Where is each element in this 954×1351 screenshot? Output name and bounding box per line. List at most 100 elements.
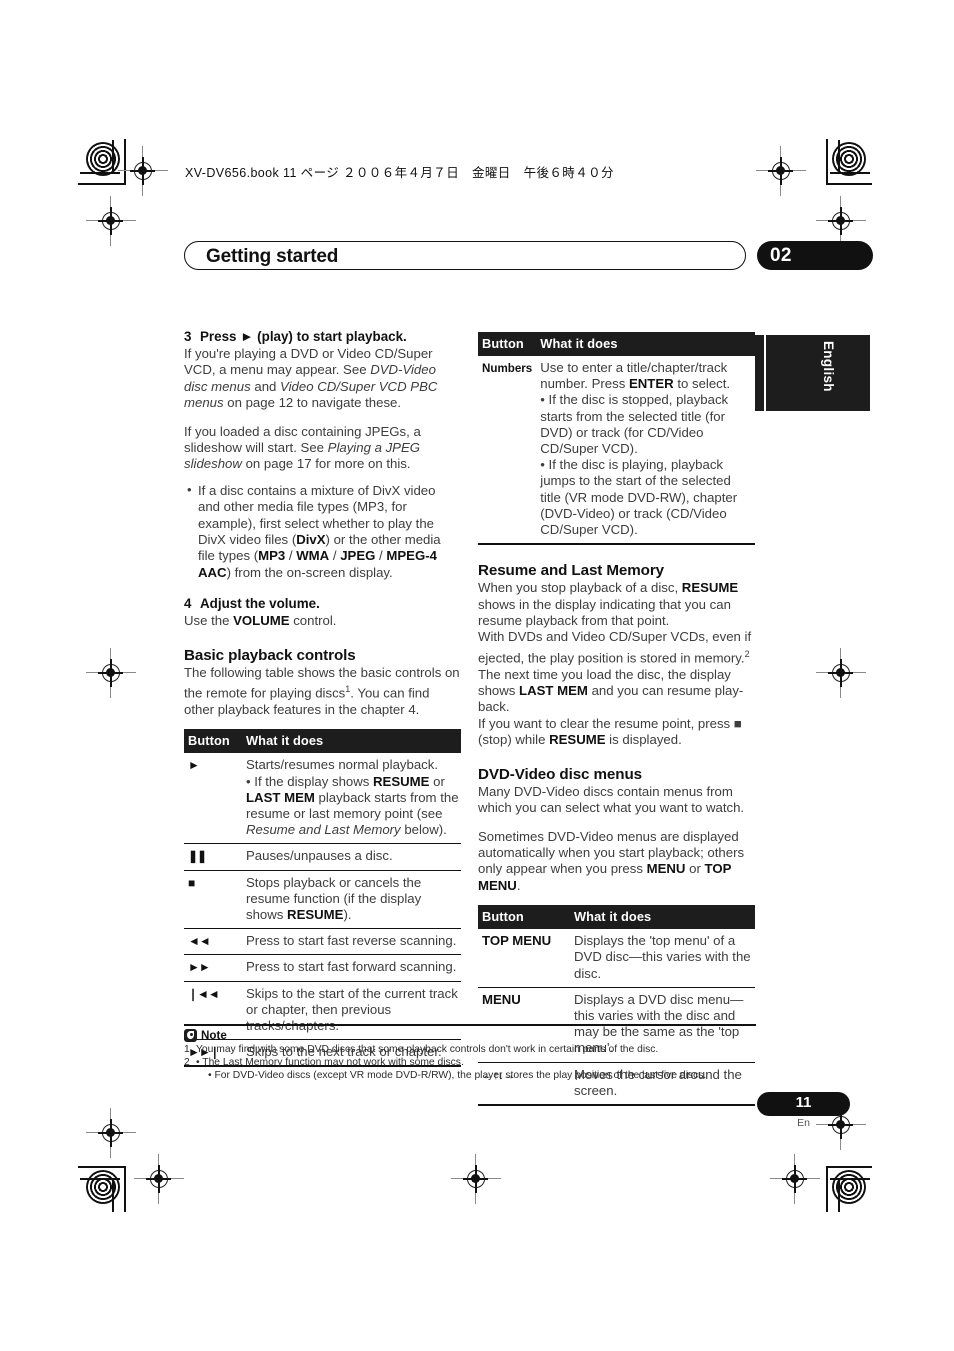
footnote-number: 2: [184, 1057, 190, 1068]
registration-target-left-upper: [86, 196, 136, 246]
top-menu-label-text: TOP MENU: [482, 933, 552, 949]
dvd-menus-paragraph-1: Many DVD-Video discs contain menus from …: [478, 783, 745, 816]
right-column: Button What it does Numbers Use to enter…: [478, 332, 755, 1106]
play-icon: ►: [184, 753, 240, 845]
indicator-last-mem: LAST MEM: [246, 789, 315, 805]
indicator-resume: RESUME: [681, 580, 739, 596]
language-side-tab: English: [766, 335, 870, 411]
table-row: ►► Press to start fast forward scanning.: [184, 954, 461, 982]
footnote-item: 1 You may find with some DVD discs that s…: [184, 1043, 756, 1056]
table-cell-description: Displays the 'top menu' of a DVD disc—th…: [568, 929, 755, 988]
page-number: 11: [795, 1094, 812, 1111]
fast-forward-icon: ►►: [184, 954, 240, 982]
note-icon: [184, 1028, 197, 1042]
registration-target-bottom-right: [770, 1154, 820, 1204]
chapter-number-badge: 02: [757, 241, 873, 270]
step-4-heading: 4 Adjust the volume.: [184, 595, 461, 612]
table-cell-description: Press to start fast forward scanning.: [240, 954, 461, 982]
registration-target-bottom-left: [134, 1154, 184, 1204]
text-run: to select.: [673, 376, 731, 392]
section-heading-dvd-video-disc-menus: DVD-Video disc menus: [478, 765, 642, 783]
table-row: ■ Stops playback or cancels the resume f…: [184, 870, 461, 930]
page-title: Getting started: [206, 246, 339, 267]
text-run: on page 17 for more on this.: [241, 456, 411, 472]
footnote-section: Note 1 You may find with some DVD discs t…: [184, 1024, 756, 1083]
text-run: ) from the on-screen display.: [226, 564, 393, 580]
text-run: and: [250, 378, 281, 394]
dvd-menus-paragraph-2: Sometimes DVD-Video menus are displayed …: [478, 829, 755, 895]
previous-track-icon-glyph: ❘◄◄: [188, 986, 220, 1001]
list-item: If a disc contains a mixture of DivX vid…: [184, 482, 461, 581]
format-wma: WMA: [296, 548, 330, 564]
column-header-button: Button: [478, 332, 535, 356]
stop-icon-glyph: ■: [188, 875, 195, 890]
footnote-text: • The Last Memory function may not work …: [196, 1057, 464, 1068]
control-menu: MENU: [646, 861, 686, 877]
menu-label-text: MENU: [482, 991, 521, 1007]
indicator-resume: RESUME: [373, 773, 430, 789]
note-header: Note: [184, 1028, 756, 1042]
top-menu-button-label: TOP MENU: [478, 929, 568, 988]
column-header-button: Button: [184, 729, 240, 754]
basic-playback-intro: The following table shows the basic cont…: [184, 665, 461, 719]
format-jpeg: JPEG: [340, 548, 376, 564]
print-file-header: XV-DV656.book 11 ページ ２００６年４月７日 金曜日 午後６時４…: [185, 166, 614, 180]
crop-mark-bottom-right-v: [826, 1166, 828, 1212]
crop-mark-top-right-h: [826, 183, 872, 185]
fast-reverse-icon: ◄◄: [184, 928, 240, 956]
registration-target-bottom-center: [451, 1154, 501, 1204]
crop-mark-bottom-left-v: [124, 1166, 126, 1212]
indicator-last-mem: LAST MEM: [519, 683, 588, 699]
crop-mark-bottom-right-h: [826, 1166, 872, 1168]
text-run: Use the: [184, 613, 234, 629]
step-4-number: 4: [184, 596, 192, 612]
table-row: Numbers Use to enter a title/chapter/tra…: [478, 356, 755, 546]
text-run: on page 12 to navigate these.: [223, 395, 402, 411]
step-3-paragraph-1: If you're playing a DVD or Video CD/Supe…: [184, 346, 461, 412]
footnote-list: 1 You may find with some DVD discs that s…: [184, 1043, 756, 1083]
step-3-paragraph-2: If you loaded a disc containing JPEGs, a…: [184, 424, 461, 473]
crop-mark-top-right-v: [826, 139, 828, 185]
format-divx: DivX: [296, 532, 326, 548]
footnote-marker-2: 2: [744, 648, 750, 659]
page-number-badge: 11: [757, 1092, 850, 1116]
step-4-title: Adjust the volume.: [200, 596, 320, 612]
step-3-number: 3: [184, 329, 192, 344]
section-heading-basic-playback: Basic playback controls: [184, 646, 356, 664]
table-row: ► Starts/resumes normal playback. • If t…: [184, 753, 461, 845]
play-icon-glyph: ►: [188, 758, 200, 773]
table-bullet-1: • If the disc is stopped, playback start…: [540, 392, 729, 457]
table-header-row: Button What it does: [478, 905, 755, 930]
indicator-resume: RESUME: [287, 906, 344, 922]
table-row: TOP MENU Displays the 'top menu' of a DV…: [478, 929, 755, 988]
numbers-button-table: Button What it does Numbers Use to enter…: [478, 332, 755, 546]
language-tab-label: English: [821, 341, 836, 392]
text-run: /: [375, 548, 387, 564]
pause-icon-glyph: ❚❚: [188, 849, 207, 864]
text-run: With DVDs and Video CD/Super VCDs, even …: [478, 629, 752, 666]
trim-mark-top-right-v: [838, 140, 840, 174]
resume-paragraph-1: When you stop playback of a disc, RESUME…: [478, 580, 755, 629]
trim-mark-top-left: [80, 172, 120, 174]
step-3-bullet-list: If a disc contains a mixture of DivX vid…: [184, 482, 461, 581]
page-language-code: En: [797, 1117, 810, 1129]
crop-mark-top-left-h: [78, 183, 124, 185]
step-3-title: Press ► (play) to start playback.: [200, 329, 407, 344]
text-run: Starts/resumes normal playback.: [246, 757, 439, 773]
table-row: ◄◄ Press to start fast reverse scanning.: [184, 928, 461, 956]
chapter-number: 02: [770, 245, 792, 266]
crop-mark-bottom-left-h: [78, 1166, 124, 1168]
column-header-what-it-does: What it does: [240, 729, 461, 754]
text-run: below).: [400, 822, 447, 838]
text-run: or: [685, 861, 705, 877]
registration-target-right-upper: [816, 196, 866, 246]
table-cell-description: Starts/resumes normal playback. • If the…: [240, 753, 461, 845]
column-header-button: Button: [478, 905, 568, 930]
numbers-label-text: Numbers: [482, 362, 533, 375]
note-title: Note: [201, 1028, 227, 1042]
trim-mark-top-left-v: [112, 140, 114, 174]
format-mp3: MP3: [258, 548, 286, 564]
registration-target-left-lower: [86, 1108, 136, 1158]
left-column: 3 Press ► (play) to start playback. If yo…: [184, 328, 461, 1068]
table-header-row: Button What it does: [184, 729, 461, 754]
